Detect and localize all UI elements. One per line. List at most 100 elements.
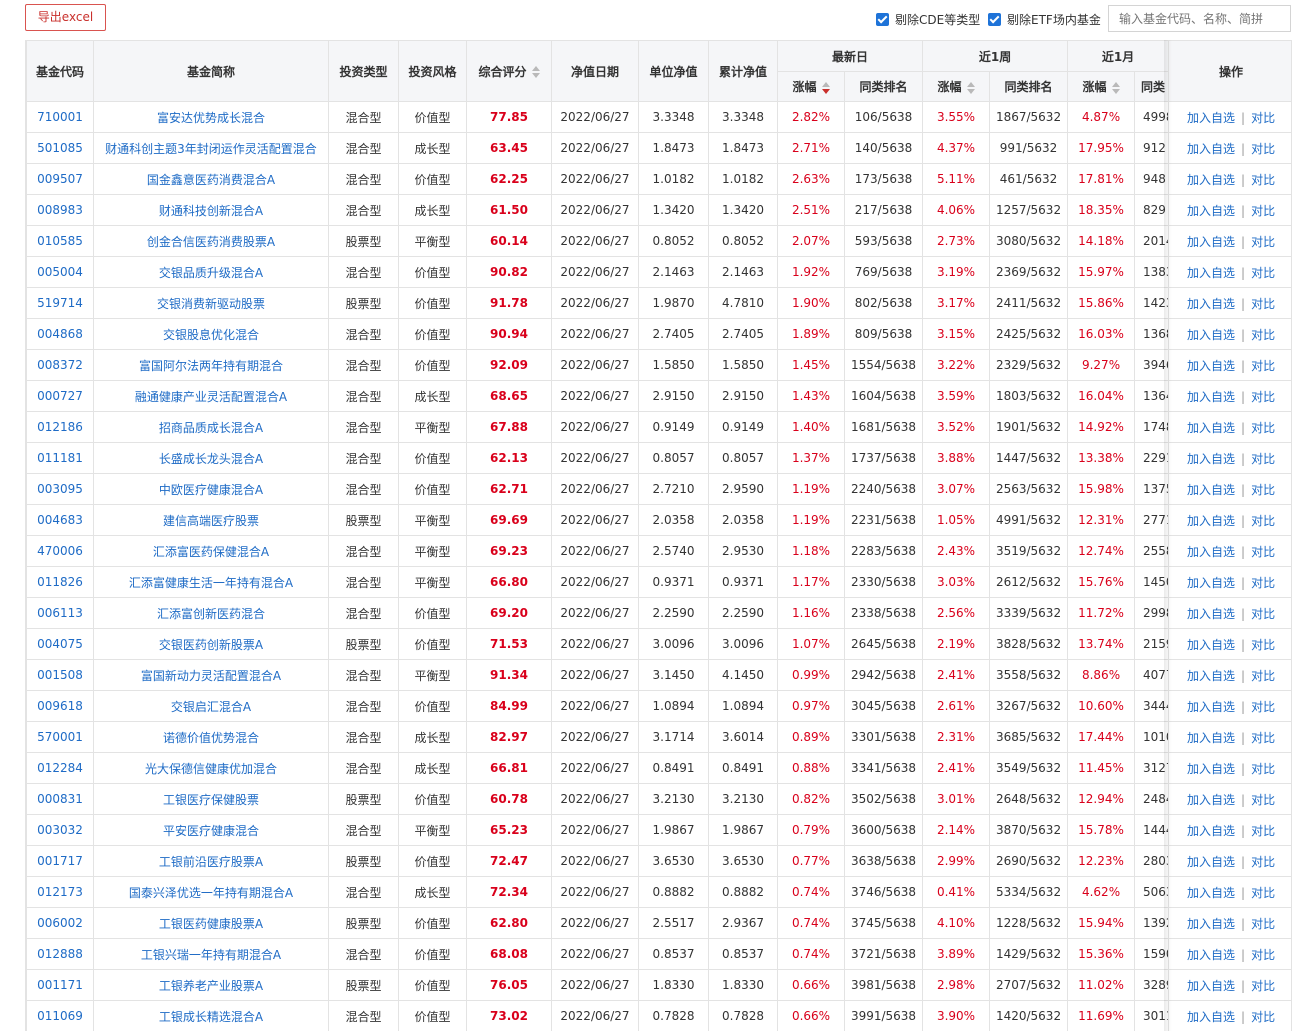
- fund-name-link[interactable]: 诺德价值优势混合: [163, 731, 259, 745]
- compare-link[interactable]: 对比: [1251, 483, 1275, 497]
- fund-name-link[interactable]: 汇添富健康生活一年持有混合A: [129, 576, 293, 590]
- add-watchlist-link[interactable]: 加入自选: [1187, 824, 1235, 838]
- fund-name-link[interactable]: 招商品质成长混合A: [159, 421, 263, 435]
- fund-name-link[interactable]: 汇添富医药保健混合A: [153, 545, 269, 559]
- compare-link[interactable]: 对比: [1251, 111, 1275, 125]
- fund-code-link[interactable]: 011826: [37, 575, 83, 589]
- fund-name-link[interactable]: 融通健康产业灵活配置混合A: [135, 390, 287, 404]
- add-watchlist-link[interactable]: 加入自选: [1187, 886, 1235, 900]
- add-watchlist-link[interactable]: 加入自选: [1187, 700, 1235, 714]
- exclude-cde-checkbox[interactable]: 剔除CDE等类型: [876, 10, 980, 28]
- fund-code-link[interactable]: 005004: [37, 265, 83, 279]
- add-watchlist-link[interactable]: 加入自选: [1187, 948, 1235, 962]
- compare-link[interactable]: 对比: [1251, 452, 1275, 466]
- fund-name-link[interactable]: 工银兴瑞一年持有期混合A: [141, 948, 281, 962]
- fund-name-link[interactable]: 交银启汇混合A: [171, 700, 251, 714]
- fund-code-link[interactable]: 006113: [37, 606, 83, 620]
- fund-code-link[interactable]: 519714: [37, 296, 83, 310]
- compare-link[interactable]: 对比: [1251, 669, 1275, 683]
- fund-code-link[interactable]: 001717: [37, 854, 83, 868]
- add-watchlist-link[interactable]: 加入自选: [1187, 328, 1235, 342]
- header-score[interactable]: 综合评分: [466, 40, 552, 102]
- compare-link[interactable]: 对比: [1251, 545, 1275, 559]
- compare-link[interactable]: 对比: [1251, 700, 1275, 714]
- fund-code-link[interactable]: 501085: [37, 141, 83, 155]
- fund-name-link[interactable]: 建信高端医疗股票: [163, 514, 259, 528]
- add-watchlist-link[interactable]: 加入自选: [1187, 1010, 1235, 1024]
- fund-code-link[interactable]: 009507: [37, 172, 83, 186]
- fund-code-link[interactable]: 000831: [37, 792, 83, 806]
- fund-name-link[interactable]: 工银医疗保健股票: [163, 793, 259, 807]
- add-watchlist-link[interactable]: 加入自选: [1187, 483, 1235, 497]
- exclude-etf-checkbox[interactable]: 剔除ETF场内基金: [988, 10, 1101, 28]
- compare-link[interactable]: 对比: [1251, 235, 1275, 249]
- add-watchlist-link[interactable]: 加入自选: [1187, 452, 1235, 466]
- fund-code-link[interactable]: 001508: [37, 668, 83, 682]
- sort-desc-icon[interactable]: [821, 81, 830, 94]
- fund-code-link[interactable]: 008372: [37, 358, 83, 372]
- compare-link[interactable]: 对比: [1251, 638, 1275, 652]
- compare-link[interactable]: 对比: [1251, 607, 1275, 621]
- fund-code-link[interactable]: 003095: [37, 482, 83, 496]
- compare-link[interactable]: 对比: [1251, 1010, 1275, 1024]
- compare-link[interactable]: 对比: [1251, 204, 1275, 218]
- fund-code-link[interactable]: 570001: [37, 730, 83, 744]
- fund-name-link[interactable]: 交银医药创新股票A: [159, 638, 263, 652]
- header-1m-change[interactable]: 涨幅: [1067, 71, 1136, 102]
- header-1w-change[interactable]: 涨幅: [922, 71, 991, 102]
- fund-name-link[interactable]: 财通科创主题3年封闭运作灵活配置混合: [105, 142, 317, 156]
- add-watchlist-link[interactable]: 加入自选: [1187, 731, 1235, 745]
- checkbox-checked-icon[interactable]: [988, 12, 1001, 26]
- fund-name-link[interactable]: 国金鑫意医药消费混合A: [147, 173, 275, 187]
- fund-name-link[interactable]: 交银品质升级混合A: [159, 266, 263, 280]
- sort-icon[interactable]: [531, 66, 540, 78]
- fund-code-link[interactable]: 012284: [37, 761, 83, 775]
- fund-code-link[interactable]: 008983: [37, 203, 83, 217]
- add-watchlist-link[interactable]: 加入自选: [1187, 390, 1235, 404]
- fund-code-link[interactable]: 012186: [37, 420, 83, 434]
- fund-code-link[interactable]: 001171: [37, 978, 83, 992]
- add-watchlist-link[interactable]: 加入自选: [1187, 142, 1235, 156]
- fund-name-link[interactable]: 平安医疗健康混合: [163, 824, 259, 838]
- fund-code-link[interactable]: 009618: [37, 699, 83, 713]
- fund-code-link[interactable]: 012173: [37, 885, 83, 899]
- add-watchlist-link[interactable]: 加入自选: [1187, 638, 1235, 652]
- fund-code-link[interactable]: 006002: [37, 916, 83, 930]
- add-watchlist-link[interactable]: 加入自选: [1187, 576, 1235, 590]
- compare-link[interactable]: 对比: [1251, 297, 1275, 311]
- add-watchlist-link[interactable]: 加入自选: [1187, 204, 1235, 218]
- fund-name-link[interactable]: 工银养老产业股票A: [159, 979, 263, 993]
- fund-code-link[interactable]: 000727: [37, 389, 83, 403]
- add-watchlist-link[interactable]: 加入自选: [1187, 297, 1235, 311]
- compare-link[interactable]: 对比: [1251, 948, 1275, 962]
- add-watchlist-link[interactable]: 加入自选: [1187, 607, 1235, 621]
- compare-link[interactable]: 对比: [1251, 576, 1275, 590]
- add-watchlist-link[interactable]: 加入自选: [1187, 917, 1235, 931]
- compare-link[interactable]: 对比: [1251, 762, 1275, 776]
- compare-link[interactable]: 对比: [1251, 731, 1275, 745]
- add-watchlist-link[interactable]: 加入自选: [1187, 669, 1235, 683]
- fund-code-link[interactable]: 010585: [37, 234, 83, 248]
- fund-name-link[interactable]: 创金合信医药消费股票A: [147, 235, 275, 249]
- compare-link[interactable]: 对比: [1251, 886, 1275, 900]
- fund-name-link[interactable]: 汇添富创新医药混合: [157, 607, 265, 621]
- add-watchlist-link[interactable]: 加入自选: [1187, 855, 1235, 869]
- fund-name-link[interactable]: 工银医药健康股票A: [159, 917, 263, 931]
- fund-name-link[interactable]: 富国新动力灵活配置混合A: [141, 669, 281, 683]
- add-watchlist-link[interactable]: 加入自选: [1187, 514, 1235, 528]
- fund-code-link[interactable]: 470006: [37, 544, 83, 558]
- add-watchlist-link[interactable]: 加入自选: [1187, 235, 1235, 249]
- compare-link[interactable]: 对比: [1251, 917, 1275, 931]
- compare-link[interactable]: 对比: [1251, 142, 1275, 156]
- compare-link[interactable]: 对比: [1251, 390, 1275, 404]
- compare-link[interactable]: 对比: [1251, 328, 1275, 342]
- compare-link[interactable]: 对比: [1251, 266, 1275, 280]
- header-1d-change[interactable]: 涨幅: [777, 71, 845, 102]
- fund-code-link[interactable]: 710001: [37, 110, 83, 124]
- fund-code-link[interactable]: 004075: [37, 637, 83, 651]
- add-watchlist-link[interactable]: 加入自选: [1187, 979, 1235, 993]
- sort-icon[interactable]: [966, 81, 975, 94]
- add-watchlist-link[interactable]: 加入自选: [1187, 762, 1235, 776]
- fund-code-link[interactable]: 003032: [37, 823, 83, 837]
- fund-code-link[interactable]: 011069: [37, 1009, 83, 1023]
